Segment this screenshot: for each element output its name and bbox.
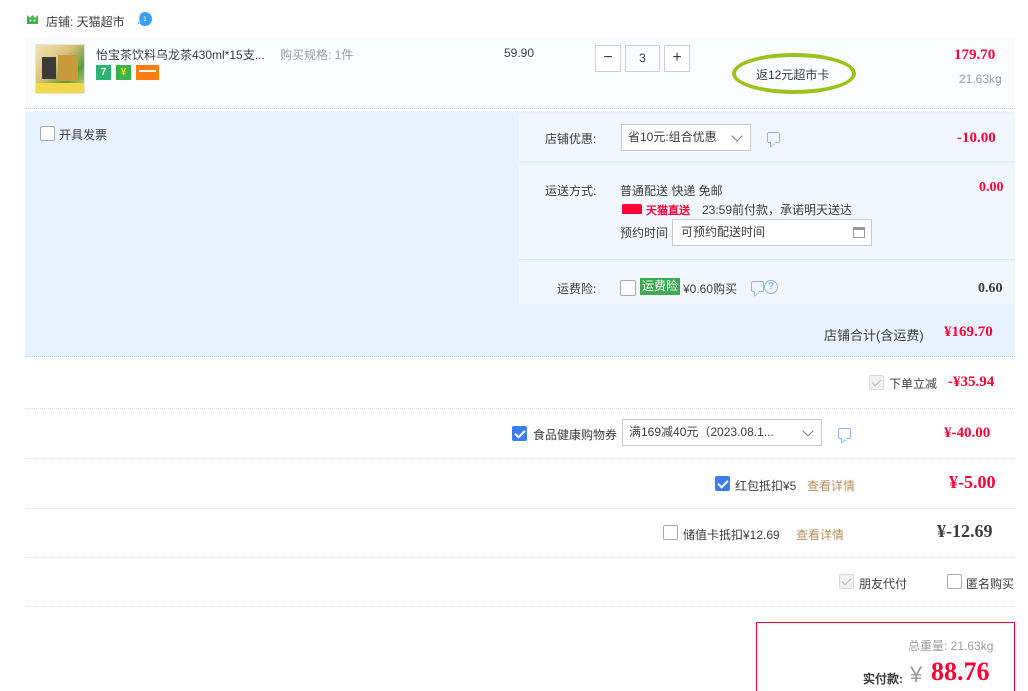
- friend-pay-label: 朋友代付: [859, 577, 908, 591]
- tmall-cat-icon: [622, 204, 642, 214]
- calendar-icon[interactable]: [853, 227, 865, 238]
- message-icon[interactable]: [767, 132, 780, 143]
- quantity-input[interactable]: 3: [625, 45, 660, 72]
- shipping-value: 0.00: [979, 180, 1004, 195]
- shop-icon: [27, 15, 38, 24]
- shipping-label: 运送方式:: [545, 184, 597, 198]
- invoice-label[interactable]: 开具发票: [59, 126, 107, 143]
- item-title[interactable]: 怡宝茶饮料乌龙茶430ml*15支...: [96, 46, 265, 63]
- actual-payment-amount: 88.76: [931, 657, 990, 686]
- red-packet-checkbox[interactable]: [715, 476, 730, 491]
- instant-discount-checkbox[interactable]: [869, 375, 884, 390]
- item-thumbnail[interactable]: [35, 44, 85, 94]
- quantity-decrease-button[interactable]: −: [595, 45, 621, 72]
- red-packet-label: 红包抵扣¥5: [735, 479, 797, 493]
- shipping-promise: 23:59前付款，承诺明天送达: [702, 203, 853, 217]
- shop-name[interactable]: 店铺: 天猫超市: [46, 13, 125, 30]
- appointment-time-value: 可预约配送时间: [681, 225, 766, 239]
- shop-discount-label: 店铺优惠:: [545, 132, 597, 146]
- divider: [25, 508, 1015, 509]
- shipping-method: 普通配送 快递 免邮: [620, 184, 723, 198]
- stored-card-checkbox[interactable]: [663, 525, 678, 540]
- insurance-label: 运费险:: [557, 282, 597, 296]
- quantity-stepper: − 3 +: [595, 45, 691, 72]
- divider: [25, 557, 1015, 558]
- anonymous-purchase-label: 匿名购买: [966, 577, 1015, 591]
- svg-text:1: 1: [143, 16, 147, 23]
- item-total-price: 179.70: [954, 47, 996, 63]
- credit-card-icon: [136, 65, 159, 80]
- instant-discount-value: -¥35.94: [948, 374, 995, 390]
- invoice-checkbox[interactable]: [40, 126, 55, 141]
- wangwang-chat-icon[interactable]: 1: [137, 11, 153, 27]
- price-guarantee-icon: ¥: [116, 65, 131, 80]
- food-coupon-select[interactable]: 满169减40元（2023.08.1...: [622, 419, 822, 446]
- divider: [25, 408, 1015, 409]
- help-icon[interactable]: ?: [764, 280, 778, 294]
- appointment-label: 预约时间: [620, 226, 669, 240]
- shop-subtotal-value: ¥169.70: [944, 324, 993, 340]
- total-weight: 总重量: 21.63kg: [908, 639, 994, 653]
- food-coupon-selected: 满169减40元（2023.08.1...: [629, 425, 774, 439]
- seven-day-return-icon: 7: [96, 65, 111, 80]
- instant-discount-label: 下单立减: [889, 377, 938, 391]
- item-weight: 21.63kg: [959, 72, 1002, 86]
- shop-subtotal-label: 店铺合计(含运费): [824, 328, 924, 343]
- divider: [25, 458, 1015, 459]
- insurance-value: 0.60: [978, 281, 1003, 296]
- quantity-increase-button[interactable]: +: [664, 45, 690, 72]
- shop-discount-value: -10.00: [957, 130, 996, 146]
- stored-card-label: 储值卡抵扣¥12.69: [683, 528, 780, 542]
- insurance-checkbox[interactable]: [620, 280, 636, 296]
- appointment-time-field[interactable]: 可预约配送时间: [672, 219, 872, 246]
- food-coupon-checkbox[interactable]: [512, 426, 527, 441]
- tmall-direct-logo: 天猫直送: [620, 202, 692, 217]
- food-coupon-value: ¥-40.00: [944, 425, 991, 441]
- friend-pay-checkbox[interactable]: [839, 574, 854, 589]
- item-spec: 购买规格: 1件: [280, 48, 354, 62]
- shop-discount-select[interactable]: 省10元:组合优惠: [621, 124, 751, 151]
- chevron-down-icon: [731, 130, 743, 142]
- item-unit-price: 59.90: [504, 46, 535, 60]
- red-packet-value: ¥-5.00: [949, 472, 996, 492]
- actual-payment-currency: ¥: [910, 662, 923, 687]
- stored-card-details-link[interactable]: 查看详情: [796, 526, 844, 543]
- insurance-tag: 运费险: [640, 278, 681, 295]
- message-icon[interactable]: [751, 281, 764, 292]
- tmall-direct-label: 天猫直送: [646, 205, 690, 217]
- red-packet-details-link[interactable]: 查看详情: [807, 477, 855, 494]
- food-coupon-label: 食品健康购物券: [533, 428, 618, 442]
- stored-card-value: ¥-12.69: [937, 521, 993, 541]
- message-icon[interactable]: [838, 428, 851, 439]
- chevron-down-icon: [802, 425, 814, 437]
- actual-payment-label: 实付款:: [863, 672, 903, 686]
- anonymous-purchase-checkbox[interactable]: [947, 574, 962, 589]
- divider: [25, 606, 1015, 607]
- shop-discount-selected: 省10元:组合优惠: [628, 130, 717, 144]
- insurance-price: ¥0.60购买: [683, 282, 738, 296]
- rebate-text: 返12元超市卡: [756, 68, 830, 82]
